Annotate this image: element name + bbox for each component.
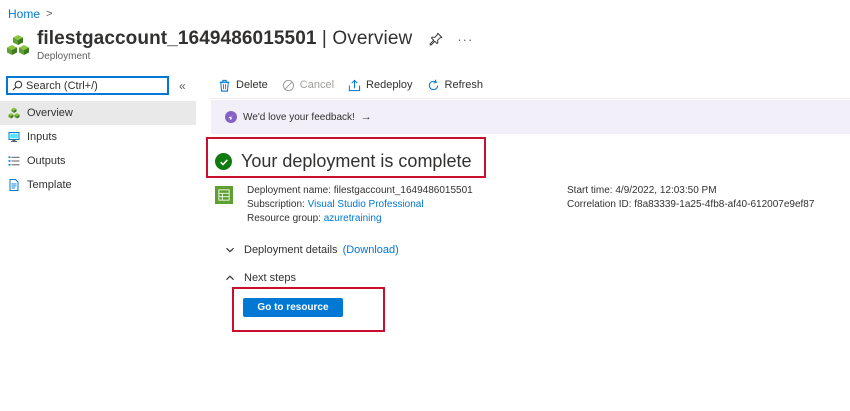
deployment-name-label: Deployment name: [247, 185, 331, 196]
resource-group-link[interactable]: azuretraining [324, 213, 382, 224]
rocket-feedback-icon [225, 111, 237, 123]
deployment-details-label: Deployment details [244, 244, 338, 256]
sidebar-item-label: Outputs [27, 155, 66, 167]
redeploy-button[interactable]: Redeploy [348, 79, 413, 92]
deployment-grid-icon [215, 186, 233, 204]
sidebar-item-overview[interactable]: Overview [0, 101, 196, 125]
status-title: Your deployment is complete [241, 151, 472, 171]
resource-group-row: Resource group: azuretraining [247, 212, 382, 226]
delete-label: Delete [236, 79, 268, 91]
title-separator: | [316, 28, 333, 49]
chevron-down-icon [226, 247, 234, 253]
start-time-row: Start time: 4/9/2022, 12:03:50 PM [567, 184, 717, 198]
download-link[interactable]: (Download) [343, 244, 399, 256]
redeploy-label: Redeploy [366, 79, 413, 91]
cancel-button[interactable]: Cancel [282, 79, 334, 92]
trash-icon [219, 79, 230, 92]
refresh-label: Refresh [444, 79, 484, 91]
breadcrumb-home-link[interactable]: Home [8, 7, 40, 21]
arrow-right-icon: → [360, 111, 372, 123]
template-doc-icon [8, 179, 20, 191]
success-check-icon [215, 153, 232, 170]
upload-icon [348, 79, 361, 91]
correlation-label: Correlation ID: [567, 199, 632, 210]
delete-button[interactable]: Delete [218, 79, 268, 92]
search-icon [12, 80, 23, 91]
deployment-status: Your deployment is complete [215, 151, 471, 172]
deployment-name-value: filestgaccount_1649486015501 [333, 185, 473, 196]
toolbar-divider [210, 98, 850, 99]
subscription-row: Subscription: Visual Studio Professional [247, 198, 424, 212]
go-to-resource-button[interactable]: Go to resource [243, 298, 343, 317]
chevron-up-icon [226, 275, 234, 281]
inputs-icon [8, 131, 20, 143]
search-input[interactable] [26, 79, 156, 92]
blade-name: Overview [332, 28, 413, 49]
resource-group-label: Resource group: [247, 213, 321, 224]
sidebar-search-box[interactable] [6, 76, 169, 95]
sidebar-nav: Overview Inputs Outputs Template [0, 101, 196, 197]
collapse-sidebar-icon[interactable]: « [179, 79, 186, 93]
command-bar: Delete Cancel Redeploy Refresh [218, 76, 497, 94]
page-subtitle: Deployment [37, 51, 91, 62]
feedback-text: We'd love your feedback! [243, 111, 355, 123]
chevron-right-icon: > [46, 8, 53, 20]
correlation-row: Correlation ID: f8a83339-1a25-4fb8-af40-… [567, 198, 814, 212]
outputs-list-icon [8, 155, 20, 167]
pin-icon[interactable] [429, 32, 443, 46]
subscription-link[interactable]: Visual Studio Professional [308, 199, 424, 210]
sidebar-item-label: Inputs [27, 131, 57, 143]
sidebar-item-label: Template [27, 179, 72, 191]
cancel-circle-icon [282, 79, 294, 91]
page-title: filestgaccount_1649486015501 | Overview [37, 28, 412, 50]
resource-name: filestgaccount_1649486015501 [37, 28, 317, 49]
sidebar-item-template[interactable]: Template [0, 173, 196, 197]
start-time-value: 4/9/2022, 12:03:50 PM [615, 185, 717, 196]
deployment-name-row: Deployment name: filestgaccount_16494860… [247, 184, 473, 198]
sidebar-item-label: Overview [27, 107, 73, 119]
feedback-banner[interactable]: We'd love your feedback! → [211, 100, 850, 134]
sidebar-item-outputs[interactable]: Outputs [0, 149, 196, 173]
page-header: filestgaccount_1649486015501 | Overview … [6, 28, 473, 62]
refresh-icon [428, 79, 438, 90]
cancel-label: Cancel [299, 79, 335, 91]
start-time-label: Start time: [567, 185, 613, 196]
correlation-value: f8a83339-1a25-4fb8-af40-612007e9ef87 [634, 199, 815, 210]
more-options-icon[interactable]: ··· [457, 32, 473, 47]
next-steps-toggle[interactable]: Next steps [225, 272, 296, 284]
sidebar-item-inputs[interactable]: Inputs [0, 125, 196, 149]
next-steps-label: Next steps [244, 272, 296, 284]
deployment-details-toggle[interactable]: Deployment details (Download) [225, 244, 399, 256]
deployment-cubes-icon [7, 35, 29, 55]
subscription-label: Subscription: [247, 199, 305, 210]
overview-cubes-icon [8, 107, 20, 119]
refresh-button[interactable]: Refresh [427, 79, 484, 92]
breadcrumb: Home > [8, 7, 52, 21]
